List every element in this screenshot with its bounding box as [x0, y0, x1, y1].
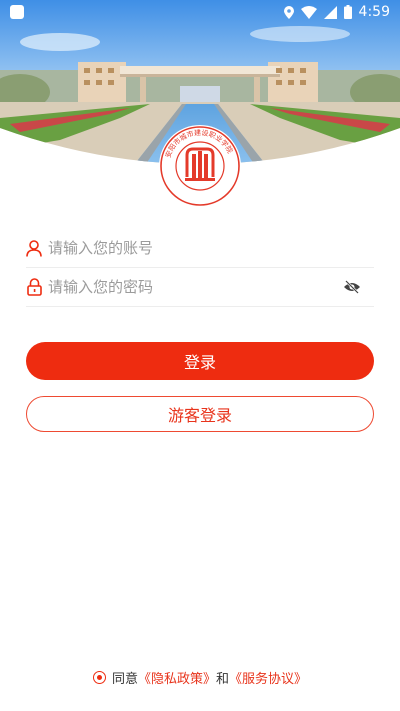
login-button[interactable]: 登录: [26, 342, 374, 380]
agree-prefix: 同意: [111, 671, 138, 687]
user-icon: [26, 239, 42, 257]
password-input[interactable]: [48, 278, 342, 296]
status-time: 4:59: [358, 4, 390, 20]
status-bar: 4:59: [0, 0, 400, 24]
agreement-row: 同意 《隐私政策》 和 《服务协议》: [0, 667, 400, 687]
wifi-icon: [300, 5, 317, 19]
notification-icon: [10, 5, 24, 19]
service-agreement-link[interactable]: 《服务协议》: [229, 668, 307, 687]
toggle-password-visibility-icon[interactable]: [342, 277, 362, 297]
guest-login-button[interactable]: 游客登录: [26, 396, 374, 432]
lock-icon: [26, 278, 42, 296]
account-field[interactable]: [26, 229, 374, 268]
school-emblem-logo: 安阳市城市建设职业学院: [159, 125, 241, 207]
agree-radio[interactable]: [92, 670, 106, 684]
location-icon: [283, 5, 294, 19]
agree-and: 和: [216, 671, 230, 687]
privacy-policy-link[interactable]: 《隐私政策》: [138, 668, 216, 687]
account-input[interactable]: [48, 239, 374, 257]
password-field[interactable]: [26, 268, 374, 307]
battery-icon: [343, 5, 352, 19]
signal-icon: [323, 5, 337, 19]
